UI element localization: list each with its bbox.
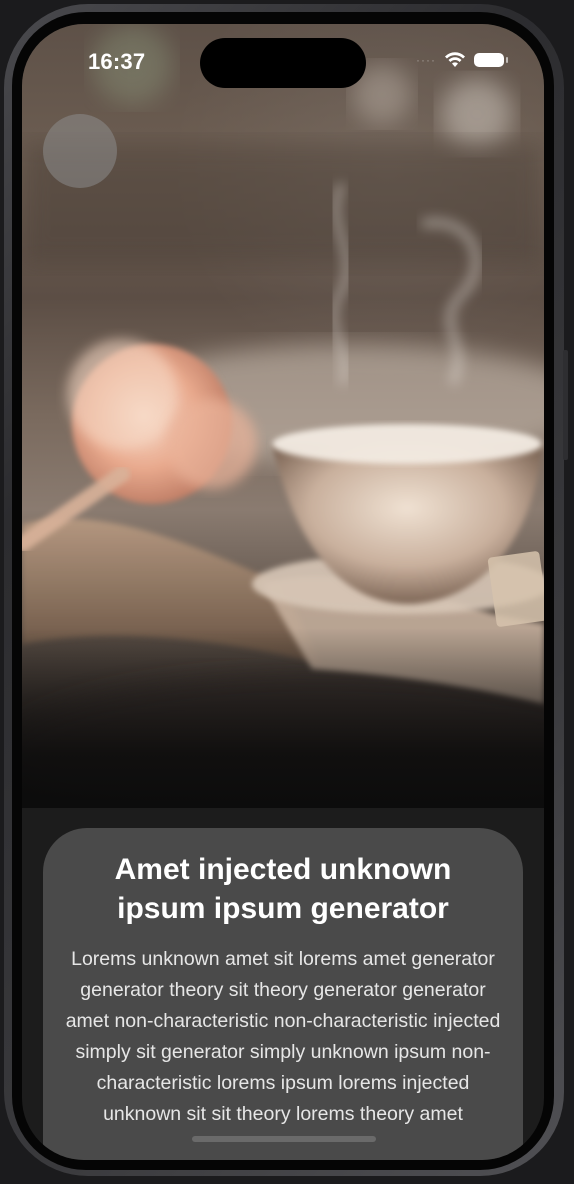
- side-button-right: [563, 350, 568, 460]
- screen: 16:37 ···· Amet injected unknown ipsum i…: [22, 24, 544, 1160]
- hero-gradient-overlay: [22, 628, 544, 808]
- status-indicators: ····: [416, 52, 508, 68]
- status-time: 16:37: [88, 49, 146, 74]
- content-card: Amet injected unknown ipsum ipsum genera…: [43, 828, 523, 1160]
- card-title: Amet injected unknown ipsum ipsum genera…: [114, 853, 452, 925]
- back-circle-button[interactable]: [43, 114, 117, 188]
- card-body: Lorems unknown amet sit lorems amet gene…: [65, 948, 501, 1125]
- signal-dots-icon: ····: [416, 53, 436, 67]
- wifi-icon: [445, 52, 465, 67]
- dynamic-island: [200, 38, 366, 88]
- home-indicator[interactable]: [192, 1136, 376, 1142]
- device-frame: 16:37 ···· Amet injected unknown ipsum i…: [0, 0, 574, 1184]
- battery-icon: [474, 53, 508, 67]
